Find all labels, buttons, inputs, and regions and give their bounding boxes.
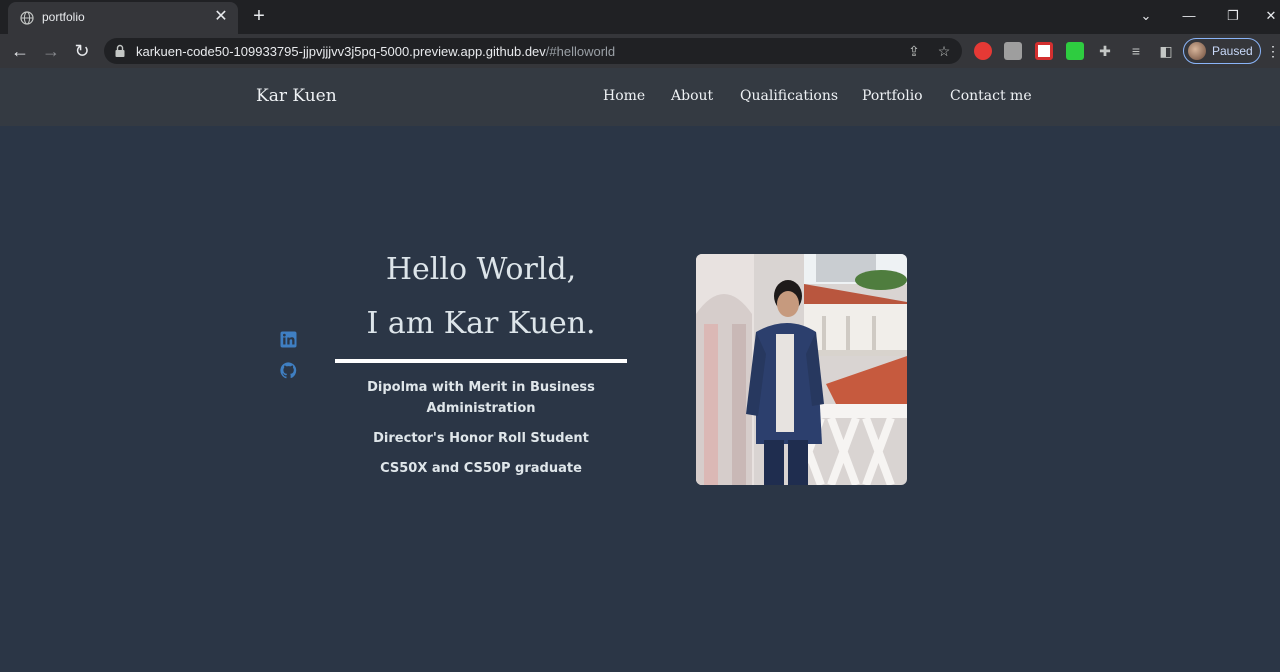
nav-contact[interactable]: Contact me: [950, 88, 1032, 104]
close-icon[interactable]: ✕: [212, 8, 230, 26]
minimize-button[interactable]: —: [1174, 4, 1204, 28]
browser-tab[interactable]: portfolio ✕: [8, 2, 238, 34]
browser-menu-icon[interactable]: ⋮: [1266, 42, 1280, 60]
address-bar[interactable]: karkuen-code50-109933795-jjpvjjjvv3j5pq-…: [104, 38, 962, 64]
url-text: karkuen-code50-109933795-jjpvjjjvv3j5pq-…: [136, 44, 615, 59]
forward-button[interactable]: →: [38, 38, 64, 64]
side-panel-icon[interactable]: ◧: [1157, 42, 1175, 60]
browser-toolbar: ← → ↻ karkuen-code50-109933795-jjpvjjjvv…: [0, 34, 1280, 68]
bookmark-star-icon[interactable]: ☆: [935, 42, 953, 60]
avatar: [1188, 42, 1206, 60]
globe-icon: [20, 11, 34, 25]
restore-button[interactable]: ❐: [1218, 4, 1248, 28]
nav-about[interactable]: About: [671, 88, 713, 104]
tab-search-icon[interactable]: ⌄: [1131, 4, 1161, 28]
hero-divider: [335, 359, 627, 363]
hero-subtitle-cs50: CS50X and CS50P graduate: [380, 461, 582, 476]
tab-title: portfolio: [42, 10, 85, 24]
github-icon[interactable]: [280, 362, 297, 379]
close-window-button[interactable]: ✕: [1256, 4, 1280, 28]
lock-icon: [115, 44, 125, 57]
profile-status: Paused: [1212, 44, 1253, 58]
nav-portfolio[interactable]: Portfolio: [862, 88, 923, 104]
site-header: Kar Kuen Home About Qualifications Portf…: [0, 68, 1280, 126]
hero-subtitle-honor-roll: Director's Honor Roll Student: [373, 431, 589, 446]
extension-stop-icon[interactable]: [974, 42, 992, 60]
extension-pocket-icon[interactable]: [1035, 42, 1053, 60]
profile-button[interactable]: Paused: [1183, 38, 1261, 64]
share-icon[interactable]: ⇪: [905, 42, 923, 60]
hero-subtitle-diploma: Dipolma with Merit in Business: [367, 380, 595, 395]
url-host: karkuen-code50-109933795-jjpvjjjvv3j5pq-…: [136, 44, 546, 59]
profile-photo: [696, 254, 907, 485]
reload-button[interactable]: ↻: [69, 38, 95, 64]
browser-tab-bar: portfolio ✕ + ⌄ — ❐ ✕: [0, 0, 1280, 34]
nav-home[interactable]: Home: [603, 88, 645, 104]
nav-qualifications[interactable]: Qualifications: [740, 88, 838, 104]
back-button[interactable]: ←: [7, 38, 33, 64]
hero-title-line1: Hello World,: [385, 252, 577, 287]
extension-shield-icon[interactable]: [1004, 42, 1022, 60]
hero-subtitle-diploma-cont: Administration: [426, 401, 536, 416]
extensions-puzzle-icon[interactable]: ✚: [1096, 42, 1114, 60]
media-queue-icon[interactable]: ≡: [1127, 42, 1145, 60]
extension-green-icon[interactable]: [1066, 42, 1084, 60]
url-path: /#helloworld: [545, 44, 616, 59]
new-tab-button[interactable]: +: [248, 5, 270, 27]
hero-title-line2: I am Kar Kuen.: [366, 306, 596, 341]
linkedin-icon[interactable]: [280, 331, 297, 348]
site-brand[interactable]: Kar Kuen: [256, 86, 337, 106]
